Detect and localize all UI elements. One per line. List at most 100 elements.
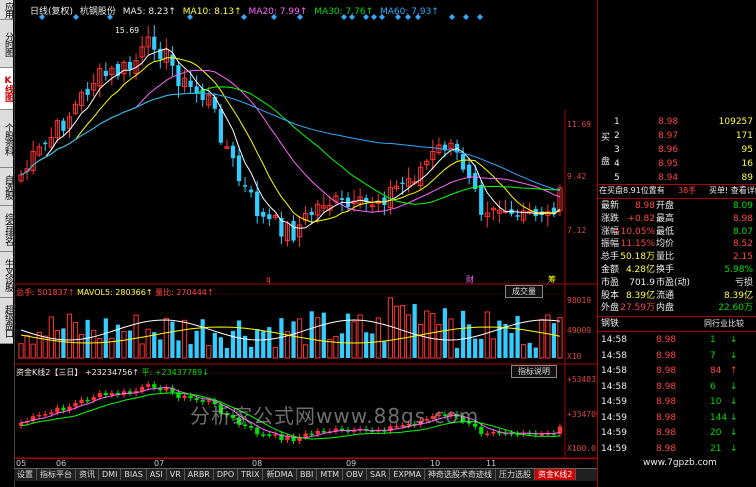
side-tab-7[interactable]: 超级盘口 — [0, 298, 13, 344]
signal-marker — [107, 14, 113, 20]
volume-bar — [509, 332, 514, 358]
tick-time: 14:59 — [601, 443, 627, 454]
quote-value: +10.05% — [613, 226, 655, 237]
tick-price: 8.98 — [656, 350, 677, 361]
indicator-tab[interactable]: 新DMA — [263, 469, 297, 480]
volume-type-button[interactable]: 成交量 — [505, 285, 543, 298]
indicator-tab[interactable]: ARBR — [185, 469, 214, 480]
quote-row: 最新 8.98 开盘 8.09 — [598, 200, 756, 212]
tick-direction: ↓ — [730, 381, 738, 392]
volume-bar — [206, 344, 212, 359]
side-tab-6[interactable]: 牛叉诊股 — [0, 252, 13, 298]
marker-cai[interactable]: 财 — [466, 274, 474, 285]
kline-chart[interactable]: 日线(复权) 杭钢股份 MA5: 8.23↑ MA10: 8.13↑ MA20:… — [14, 0, 601, 468]
indicator-body — [479, 426, 484, 434]
indicator-tab[interactable]: 设置 — [14, 469, 37, 480]
tick-row: 14:59 8.98 20 ↓ — [598, 427, 756, 439]
order-book-row: 4 8.95 16 — [598, 158, 756, 170]
side-tab-4[interactable]: 自选股 — [0, 168, 13, 206]
notice-detail-link[interactable]: 买单! 查看详细 — [709, 185, 756, 197]
indicator-tab[interactable]: 资讯 — [76, 469, 99, 480]
industry-compare-button[interactable]: 同行业比较 — [704, 318, 744, 330]
indicator-body — [91, 397, 96, 401]
indicator-tab[interactable]: OBV — [343, 469, 368, 480]
volume-bar — [176, 340, 181, 358]
tick-price: 8.98 — [656, 366, 677, 376]
volume-bar — [479, 338, 484, 358]
watermark-site: www.7gpzb.com — [643, 458, 717, 468]
indicator-title[interactable]: 资金K线2【三日】 — [16, 368, 82, 377]
indicator-tab-bar: 设置 指标平台 资讯 DMI BIAS ASI VR ARBR DPO TRIX 新DMA BBI MT… — [14, 468, 597, 481]
watermark: 分析家公式网www.88gs.com — [190, 404, 480, 428]
tick-price: 8.98 — [656, 428, 677, 438]
tick-row: 14:58 8.98 1 ↓ — [598, 334, 756, 346]
volume-bar — [418, 324, 424, 359]
volume-bar — [145, 328, 151, 359]
quote-value: 8.52 — [732, 239, 753, 250]
tick-volume: 20 — [710, 428, 722, 438]
indicator-tab[interactable]: ASI — [147, 469, 167, 480]
indicator-body — [273, 434, 278, 436]
tick-volume: 144 — [710, 412, 728, 423]
volume-bar — [170, 321, 175, 358]
marker-chou[interactable]: 筹 — [548, 274, 556, 285]
big-order-notice[interactable]: 在买盘8.91位置有 38手 买单! 查看详细 — [598, 185, 756, 197]
chart-canvas[interactable] — [14, 0, 597, 458]
side-tab-0[interactable]: 应用 — [0, 0, 13, 20]
buy-side-label: 买 — [601, 133, 611, 143]
candle-body — [467, 164, 472, 178]
tick-volume: 7 — [710, 350, 716, 361]
volume-bar — [194, 330, 199, 358]
volume-bar — [339, 333, 345, 358]
volume-bar — [442, 308, 448, 358]
quote-label: 最新 — [601, 201, 620, 211]
volume-bar — [163, 317, 169, 359]
indicator-tab[interactable]: TRIX — [238, 469, 264, 480]
order-book-row: 2 8.97 171 — [598, 130, 756, 142]
indicator-tab[interactable]: DMI — [99, 469, 122, 480]
volume-ma5-line — [20, 319, 561, 341]
volume-bar — [515, 316, 520, 358]
volume-bar — [503, 323, 508, 358]
volume-bar — [333, 336, 339, 359]
signal-marker — [341, 14, 347, 20]
indicator-tab[interactable]: 资金K线2 — [535, 469, 577, 480]
candle-body — [460, 154, 466, 170]
volume-bar — [139, 343, 145, 359]
candle-body — [188, 80, 193, 87]
indicator-tab[interactable]: VR — [167, 469, 185, 480]
side-tab-1[interactable]: 分时图 — [0, 20, 13, 68]
indicator-help-button[interactable]: 指标说明 — [511, 365, 557, 378]
candle-body — [515, 215, 520, 217]
marker-q[interactable]: q — [266, 275, 271, 284]
volume-bar — [448, 318, 454, 359]
volume-bar — [490, 338, 496, 359]
indicator-tab[interactable]: BBI — [297, 469, 318, 480]
tick-direction: ↓ — [730, 350, 738, 361]
indicator-tab[interactable]: EXPMA — [390, 469, 426, 480]
side-tab-2[interactable]: K线图 — [0, 68, 13, 110]
quote-value: 8.39亿 — [723, 290, 753, 301]
signal-marker — [477, 14, 483, 20]
price-axis-high: 11.69 — [567, 120, 592, 129]
volume-bar — [85, 319, 90, 358]
side-tab-5[interactable]: 综合排名 — [0, 206, 13, 252]
indicator-tab[interactable]: DPO — [214, 469, 239, 480]
volume-bar — [61, 328, 66, 358]
indicator-tab[interactable]: 神奇选股术奇迹线 — [425, 469, 497, 480]
indicator-tab[interactable]: 压力选股 — [496, 469, 536, 480]
indicator-tab[interactable]: BIAS — [121, 469, 147, 480]
candle-body — [85, 88, 90, 95]
indicator-tab[interactable]: MTM — [317, 469, 344, 480]
tick-volume: 21 — [710, 443, 722, 454]
tick-time: 14:58 — [601, 335, 627, 345]
indicator-tab[interactable]: SAR — [367, 469, 391, 480]
indicator-body — [109, 392, 114, 396]
indicator-tab[interactable]: 指标平台 — [37, 469, 76, 480]
indicator-body — [315, 430, 320, 435]
side-tab-3[interactable]: 个股资料 — [0, 110, 13, 168]
tick-price: 8.98 — [656, 381, 677, 392]
notice-mid: 38手 — [678, 186, 697, 195]
volume-bar — [272, 346, 278, 359]
quote-label: 量比 — [656, 252, 675, 263]
